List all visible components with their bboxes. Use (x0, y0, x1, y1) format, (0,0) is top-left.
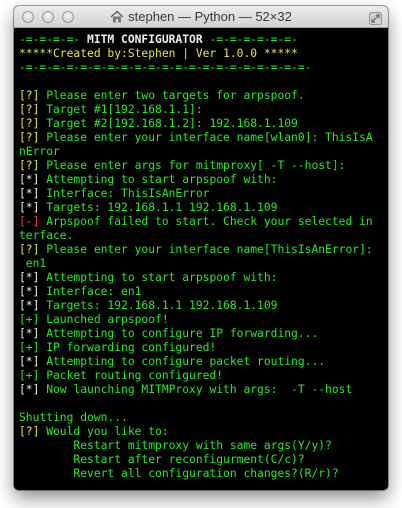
output-text: Shutting down... (19, 411, 128, 424)
output-text: Targets: 192.168.1.1 192.168.1.109 (39, 299, 278, 312)
terminal-window: stephen — Python — 52×32 -=-=-=-=- MITM … (14, 6, 388, 490)
status-prefix: [?] (19, 159, 40, 172)
output-text: IP forwarding configured! (39, 341, 217, 354)
header-text: -=-=-=-=-=-=- (202, 33, 298, 46)
output-line: Restart after reconfigurment(C/c)? (19, 453, 388, 467)
output-line: [?] Please enter your interface name[Thi… (19, 243, 388, 257)
status-prefix: [*] (19, 285, 40, 298)
output-text: Please enter your interface name[wlan0]:… (39, 131, 373, 144)
home-folder-icon (110, 8, 124, 30)
output-line: [*] Targets: 192.168.1.1 192.168.1.109 (19, 201, 388, 215)
window-title-group: stephen — Python — 52×32 (14, 6, 388, 28)
header-line (19, 75, 388, 89)
output-text: Attempting to configure IP forwarding... (39, 327, 319, 340)
output-line: [*] Targets: 192.168.1.1 192.168.1.109 (19, 299, 388, 313)
status-prefix: [*] (19, 327, 40, 340)
output-line: [?] Would you like to: (19, 425, 388, 439)
output-text: Launched arpspoof! (39, 313, 169, 326)
output-line: [?] Please enter your interface name[wla… (19, 131, 388, 145)
output-text: terface. (19, 229, 74, 242)
header-text: -=-=-=-=-=-=-=-=-=-=-=-=-=-=-=-=-=-=-=-=… (19, 61, 312, 74)
output-text: Now launching MITMProxy with args: -T --… (39, 383, 353, 396)
output-line: Revert all configuration changes?(R/r)? (19, 467, 388, 481)
status-prefix: [*] (19, 201, 40, 214)
output-line: [*] Attempting to configure IP forwardin… (19, 327, 388, 341)
header-line: *****Created by:Stephen | Ver 1.0.0 ****… (19, 47, 388, 61)
output-line: [-] Arpspoof failed to start. Check your… (19, 215, 388, 229)
output-text: Restart mitmproxy with same args(Y/y)? (19, 439, 332, 452)
output-text: Target #2[192.168.1.2]: 192.168.1.109 (39, 117, 298, 130)
output-text: Please enter args for mitmproxy[ -T --ho… (39, 159, 346, 172)
output-text: nError (19, 145, 60, 158)
output-text: Please enter two targets for arpspoof. (39, 89, 305, 102)
status-prefix: [*] (19, 187, 40, 200)
status-prefix: [?] (19, 425, 40, 438)
output-text: Revert all configuration changes?(R/r)? (19, 467, 339, 480)
status-prefix: [?] (19, 103, 40, 116)
output-line: Restart mitmproxy with same args(Y/y)? (19, 439, 388, 453)
output-text: Attempting to start arpspoof with: (39, 271, 278, 284)
status-prefix: [+] (19, 341, 40, 354)
output-text: Attempting to configure packet routing..… (39, 355, 326, 368)
output-text: Would you like to: (39, 425, 169, 438)
output-text: en1 (19, 257, 47, 270)
header-line: -=-=-=-=- MITM CONFIGURATOR -=-=-=-=-=-=… (19, 33, 388, 47)
output-text: Interface: ThisIsAnError (39, 187, 210, 200)
output-line: en1 (19, 257, 388, 271)
output-text: Interface: en1 (39, 285, 142, 298)
output-text: Target #1[192.168.1.1]: (39, 103, 203, 116)
output-line: nError (19, 145, 388, 159)
output-line: [*] Attempting to configure packet routi… (19, 355, 388, 369)
header-text: MITM CONFIGURATOR (87, 33, 203, 46)
header-line: -=-=-=-=-=-=-=-=-=-=-=-=-=-=-=-=-=-=-=-=… (19, 61, 388, 75)
status-prefix: [?] (19, 243, 40, 256)
output-text: Packet routing configured! (39, 369, 224, 382)
output-line: [?] Target #1[192.168.1.1]: (19, 103, 388, 117)
status-prefix: [*] (19, 355, 40, 368)
window-title: stephen — Python — 52×32 (128, 9, 292, 24)
output-line: [?] Please enter two targets for arpspoo… (19, 89, 388, 103)
status-prefix: [*] (19, 299, 40, 312)
fullscreen-arrows-icon[interactable] (369, 10, 382, 25)
title-bar[interactable]: stephen — Python — 52×32 (14, 6, 388, 28)
output-line: [*] Interface: en1 (19, 285, 388, 299)
output-line: [+] IP forwarding configured! (19, 341, 388, 355)
output-text: Arpspoof failed to start. Check your sel… (39, 215, 373, 228)
status-prefix: [?] (19, 131, 40, 144)
output-line: [*] Now launching MITMProxy with args: -… (19, 383, 388, 397)
output-text: Restart after reconfigurment(C/c)? (19, 453, 305, 466)
output-text: Attempting to start arpspoof with: (39, 173, 278, 186)
status-prefix: [?] (19, 89, 40, 102)
output-line: [+] Packet routing configured! (19, 369, 388, 383)
status-prefix: [*] (19, 173, 40, 186)
terminal-output[interactable]: -=-=-=-=- MITM CONFIGURATOR -=-=-=-=-=-=… (14, 28, 388, 490)
output-line: [?] Target #2[192.168.1.2]: 192.168.1.10… (19, 117, 388, 131)
header-text: -=-=-=-=- (19, 33, 88, 46)
output-line: [?] Please enter args for mitmproxy[ -T … (19, 159, 388, 173)
output-line: terface. (19, 229, 388, 243)
output-line: [*] Attempting to start arpspoof with: (19, 271, 388, 285)
status-prefix: [?] (19, 117, 40, 130)
output-text: Please enter your interface name[ThisIsA… (39, 243, 373, 256)
output-line: Shutting down... (19, 411, 388, 425)
output-text: Targets: 192.168.1.1 192.168.1.109 (39, 201, 278, 214)
output-line: [+] Launched arpspoof! (19, 313, 388, 327)
status-prefix: [-] (19, 215, 40, 228)
status-prefix: [*] (19, 271, 40, 284)
status-prefix: [+] (19, 313, 40, 326)
output-line: [*] Interface: ThisIsAnError (19, 187, 388, 201)
output-line: [*] Attempting to start arpspoof with: (19, 173, 388, 187)
status-prefix: [+] (19, 369, 40, 382)
header-text: *****Created by:Stephen | Ver 1.0.0 ****… (19, 47, 298, 60)
status-prefix: [*] (19, 383, 40, 396)
